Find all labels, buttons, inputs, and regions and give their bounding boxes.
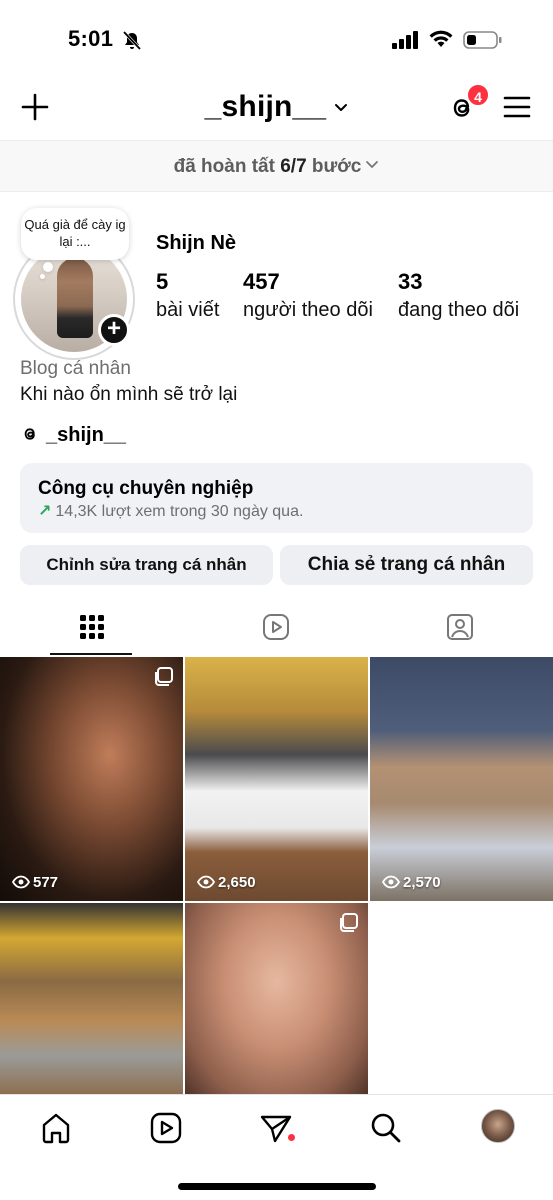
stat-following[interactable]: 33 đang theo dõi [398, 268, 519, 324]
stat-followers[interactable]: 457 người theo dõi [243, 268, 373, 324]
post-views-count: 2,650 [218, 874, 256, 891]
home-indicator[interactable] [178, 1183, 376, 1190]
stat-followers-value: 457 [243, 269, 280, 294]
tab-tagged[interactable] [368, 600, 552, 656]
stat-following-value: 33 [398, 269, 423, 294]
post-views: 577 [11, 874, 59, 891]
multi-post-icon [338, 913, 358, 938]
reels-icon[interactable] [149, 1111, 183, 1145]
notification-badge: 4 [466, 83, 490, 107]
add-story-button[interactable]: + [98, 314, 130, 346]
multi-post-icon [153, 667, 173, 692]
steps-prefix: đã hoàn tất [173, 156, 281, 177]
send-icon[interactable] [259, 1111, 293, 1145]
post-thumbnail[interactable]: 2,570 [370, 657, 553, 901]
edit-profile-button[interactable]: Chỉnh sửa trang cá nhân [20, 545, 273, 585]
post-views-count: 577 [33, 874, 59, 891]
steps-progress: 6/7 [280, 156, 307, 177]
active-tab-indicator [50, 653, 132, 655]
tagged-person-icon [447, 614, 473, 640]
tab-reels[interactable] [184, 600, 368, 656]
stat-posts-label: bài viết [156, 299, 220, 321]
post-views: 2,650 [196, 874, 256, 891]
post-thumbnail[interactable]: 2,650 [185, 657, 368, 901]
post-views-count: 2,570 [403, 874, 441, 891]
threads-handle: _shijn__ [46, 424, 127, 446]
bell-slash-icon [121, 30, 143, 57]
profile-avatar[interactable] [481, 1109, 515, 1143]
tab-posts-grid[interactable] [0, 600, 184, 656]
reels-icon [263, 614, 289, 640]
threads-icon [24, 428, 35, 440]
hamburger-menu-icon[interactable] [503, 94, 531, 120]
share-profile-button[interactable]: Chia sẻ trang cá nhân [280, 545, 533, 585]
pro-tools-subtitle: ↗ 14,3K lượt xem trong 30 ngày qua. [38, 501, 515, 523]
post-thumbnail[interactable]: 577 [0, 657, 183, 901]
pro-tools-views: 14,3K lượt xem trong 30 ngày qua. [55, 503, 304, 520]
note-bubble-tail [43, 262, 53, 272]
pro-tools-title: Công cụ chuyên nghiệp [38, 478, 254, 499]
avatar-photo-body [57, 258, 93, 338]
status-bar: 5:01 [0, 0, 553, 78]
eye-icon [196, 875, 216, 888]
chevron-down-icon [366, 161, 379, 169]
eye-icon [381, 875, 401, 888]
stat-followers-label: người theo dõi [243, 299, 373, 321]
profile-header: _shijn__ 4 [0, 80, 553, 138]
cellular-signal-icon [392, 31, 420, 54]
note-bubble-tail-small [40, 274, 45, 279]
home-icon[interactable] [39, 1111, 73, 1145]
profile-completion-steps[interactable]: đã hoàn tất 6/7 bước [0, 140, 553, 192]
battery-icon [463, 30, 503, 55]
header-username: _shijn__ [204, 90, 327, 123]
status-time: 5:01 [68, 26, 114, 51]
grid-icon [80, 615, 104, 639]
search-icon[interactable] [369, 1111, 403, 1145]
trend-up-arrow-icon: ↗ [38, 503, 52, 520]
chevron-down-icon [334, 100, 348, 118]
professional-dashboard[interactable]: Công cụ chuyên nghiệp ↗ 14,3K lượt xem tr… [20, 463, 533, 533]
profile-bio: Khi nào ổn mình sẽ trở lại [20, 384, 238, 405]
note-bubble[interactable]: Quá già để cày ig lại :... [21, 208, 129, 260]
post-thumbnail[interactable] [185, 903, 368, 1099]
wifi-icon [428, 29, 454, 54]
stat-following-label: đang theo dõi [398, 299, 520, 321]
post-views: 2,570 [381, 874, 441, 891]
stat-posts-value: 5 [156, 269, 169, 294]
threads-profile-link[interactable]: _shijn__ [20, 424, 126, 447]
post-thumbnail[interactable] [0, 903, 183, 1099]
steps-suffix: bước [306, 156, 362, 177]
profile-content-tabs [0, 600, 553, 656]
stat-posts[interactable]: 5 bài viết [156, 268, 219, 324]
eye-icon [11, 875, 31, 888]
send-notification-dot [288, 1134, 295, 1141]
display-name: Shijn Nè [156, 232, 237, 254]
profile-category: Blog cá nhân [20, 358, 131, 379]
